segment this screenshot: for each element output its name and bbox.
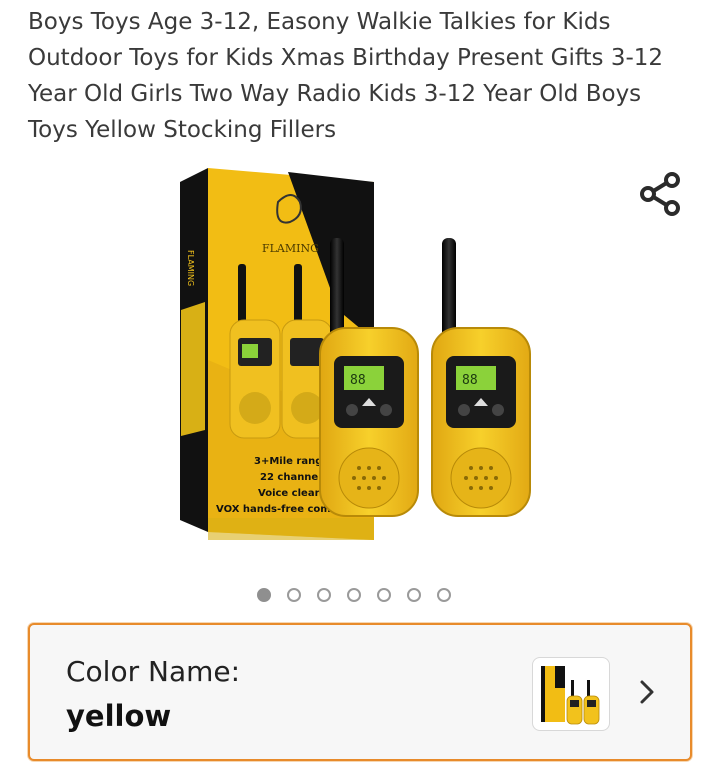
svg-text:FLAMING: FLAMING bbox=[186, 250, 195, 286]
feature-2: 22 channels bbox=[260, 472, 328, 483]
svg-text:88: 88 bbox=[462, 373, 478, 388]
variation-label: Color Name: bbox=[66, 655, 241, 688]
feature-3: Voice clear bbox=[258, 488, 320, 499]
product-title: Boys Toys Age 3-12, Easony Walkie Talkie… bbox=[28, 9, 664, 143]
walkie-talkie-2: 88 bbox=[431, 238, 531, 517]
carousel-dot[interactable] bbox=[286, 588, 301, 602]
feature-1: 3+Mile range bbox=[254, 456, 329, 467]
carousel-dot[interactable] bbox=[406, 588, 421, 602]
carousel-dot[interactable] bbox=[316, 588, 331, 602]
product-image[interactable]: FLAMING FLAMING 3+Mile range 22 channels… bbox=[178, 160, 553, 555]
share-icon[interactable] bbox=[636, 170, 684, 218]
carousel-dot[interactable] bbox=[346, 588, 361, 602]
image-carousel-dots bbox=[0, 588, 713, 608]
carousel-dot[interactable] bbox=[376, 588, 391, 602]
variation-thumbnail[interactable] bbox=[532, 657, 610, 731]
carousel-dot[interactable] bbox=[256, 588, 271, 602]
brand-text: FLAMING bbox=[262, 242, 319, 255]
carousel-dot[interactable] bbox=[436, 588, 451, 602]
color-variation-selector[interactable]: Color Name: yellow bbox=[28, 623, 692, 761]
svg-text:88: 88 bbox=[350, 373, 366, 388]
chevron-right-icon[interactable] bbox=[632, 677, 662, 707]
variation-value: yellow bbox=[66, 699, 172, 733]
